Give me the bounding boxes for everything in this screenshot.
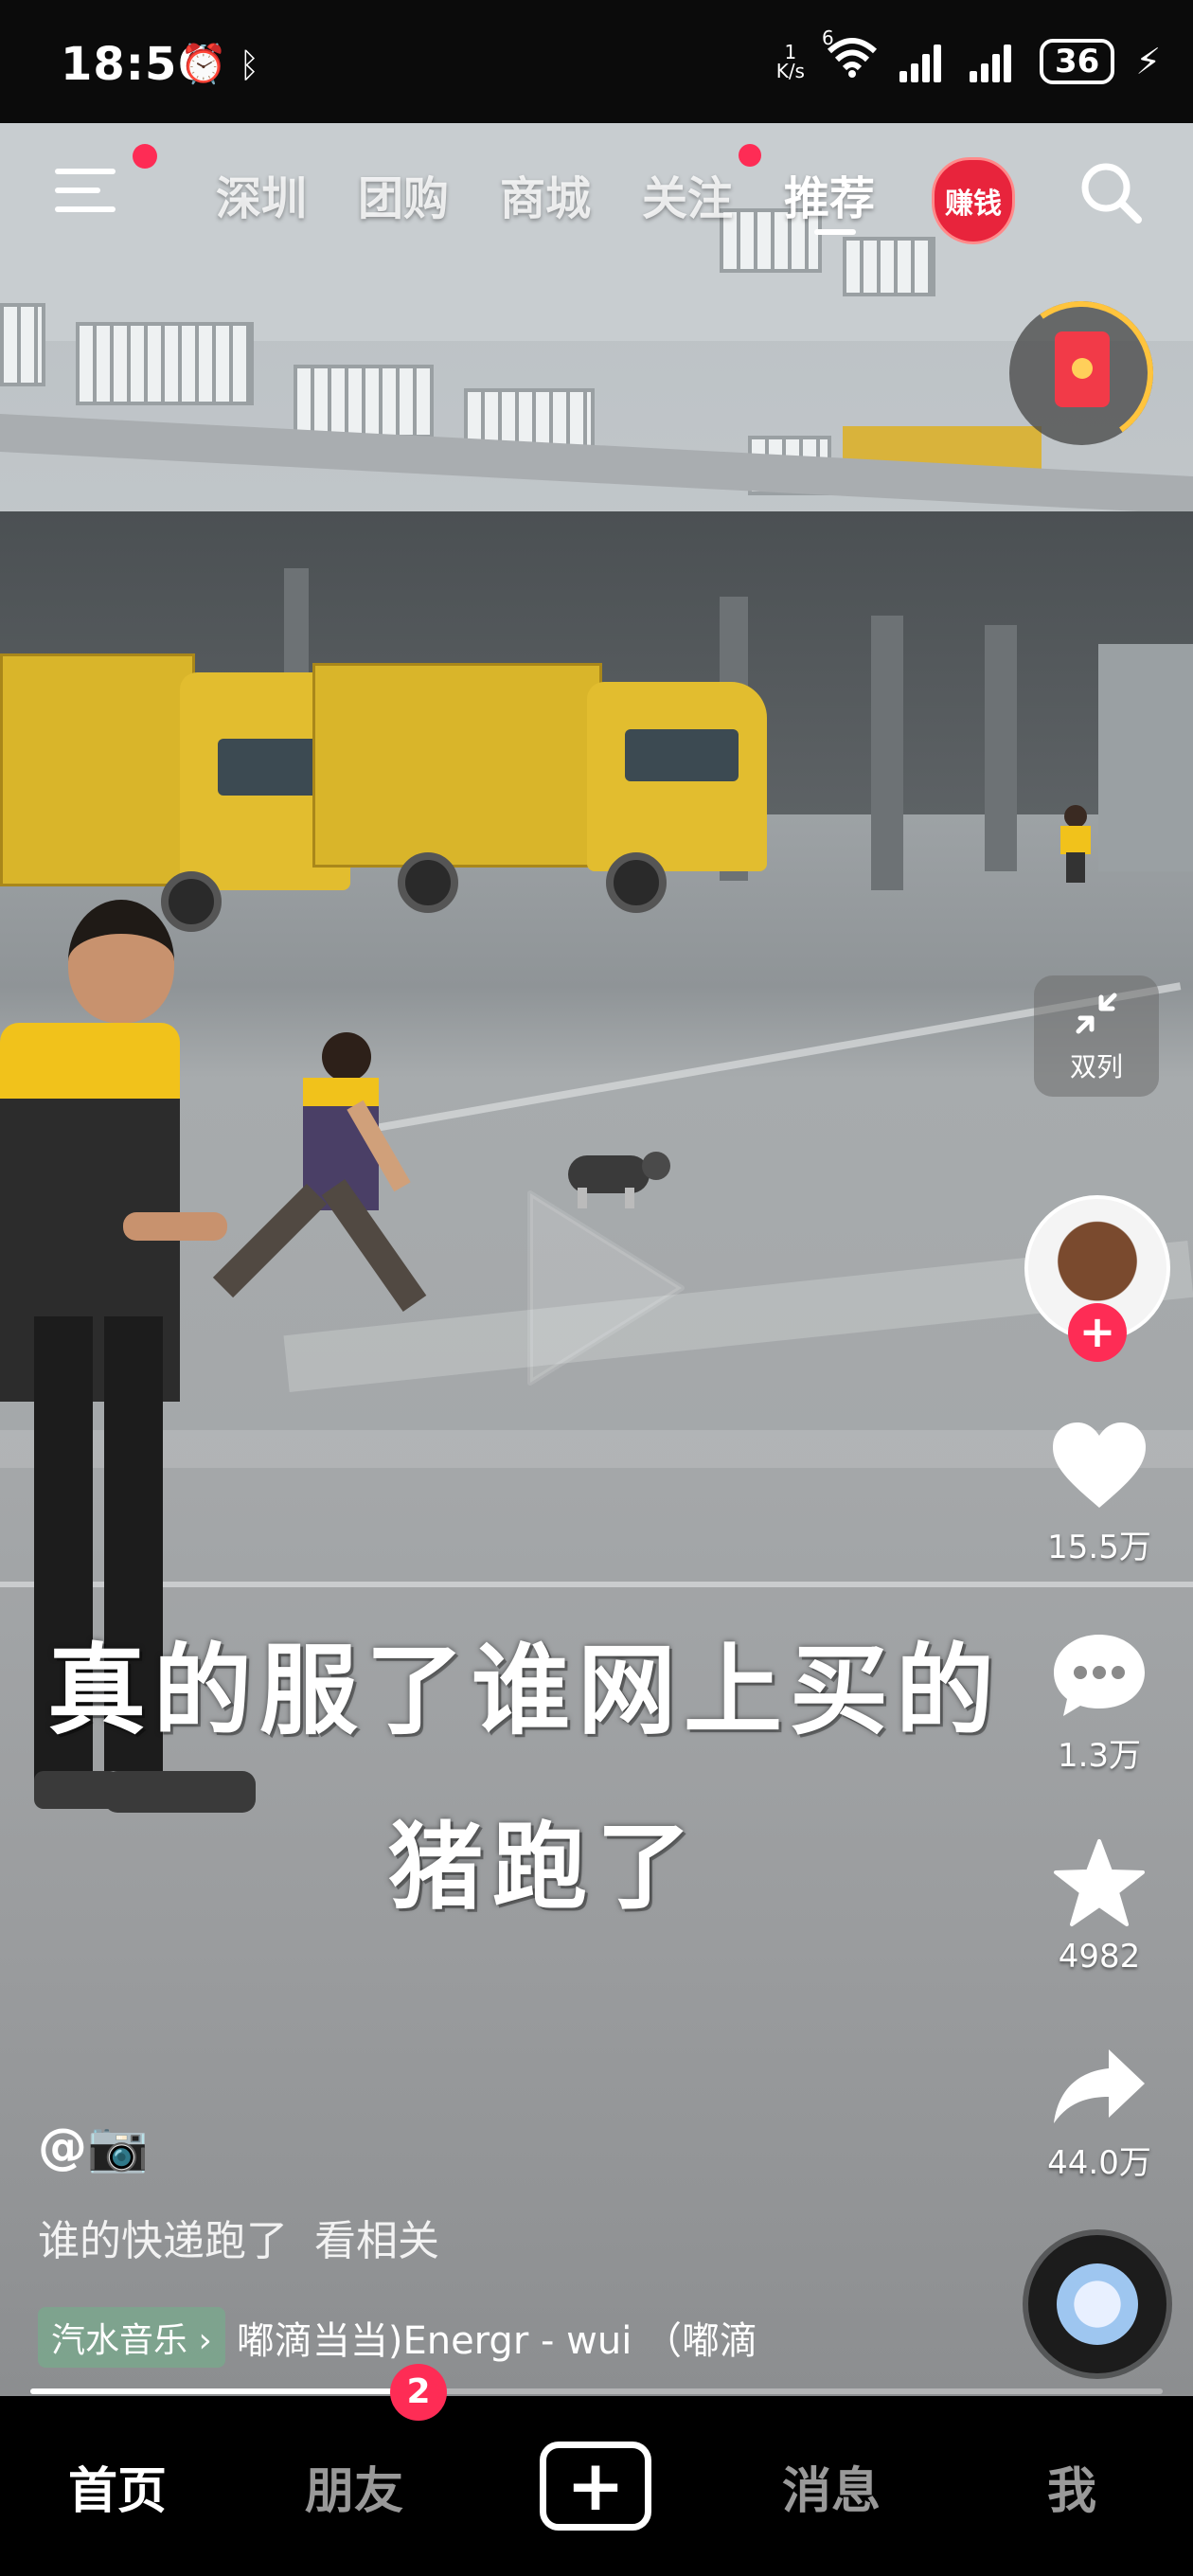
tab-home[interactable]: 首页 (68, 2451, 167, 2522)
signal-icon-2 (969, 41, 1019, 82)
music-app-badge[interactable]: 汽水音乐 › (38, 2307, 225, 2368)
net-speed: 1 K/s (776, 43, 805, 80)
collapse-arrows-icon (1076, 993, 1117, 1034)
music-row[interactable]: 汽水音乐 › 嘟滴当当)Energr - wui （嘟滴 (38, 2307, 757, 2368)
music-title: 嘟滴当当)Energr - wui （嘟滴 (236, 2319, 758, 2363)
dual-column-button[interactable]: 双列 (1034, 975, 1159, 1097)
music-cover-icon (1057, 2263, 1138, 2345)
alarm-icon: ⏰ (180, 43, 227, 86)
follow-plus-button[interactable]: + (1068, 1303, 1127, 1362)
tab-recommend[interactable]: 推荐 (784, 161, 875, 227)
building-window (0, 303, 45, 386)
search-icon[interactable] (1077, 159, 1144, 225)
yellow-truck-left (0, 635, 360, 938)
heart-icon (1053, 1422, 1146, 1508)
tab-me[interactable]: 我 (1047, 2451, 1096, 2522)
tab-mall[interactable]: 商城 (500, 161, 591, 227)
like-button[interactable]: 15.5万 (1028, 1421, 1170, 1567)
video-progress-fill (30, 2388, 404, 2394)
building-window (843, 237, 935, 296)
building-window (76, 322, 254, 405)
tab-messages[interactable]: 消息 (782, 2451, 881, 2522)
share-arrow-icon (1054, 2049, 1145, 2123)
menu-notification-dot (133, 144, 157, 169)
video-player[interactable] (0, 123, 1193, 2396)
distant-worker (1059, 805, 1093, 883)
earn-label: 赚钱 (945, 188, 1002, 221)
star-icon (1054, 1839, 1145, 1926)
related-link[interactable]: 看相关 (314, 2217, 439, 2265)
tab-shenzhen[interactable]: 深圳 (216, 161, 307, 227)
earn-money-button[interactable]: 赚钱 (932, 157, 1015, 244)
video-subtitle-line2: 猪跑了 (388, 1812, 701, 1923)
far-wall (1098, 644, 1193, 871)
net-speed-value: 1 (784, 40, 797, 63)
status-right-icons: 1 K/s 6 36 ⚡ (776, 27, 1161, 86)
red-envelope-icon (1055, 331, 1110, 407)
standing-worker (0, 900, 275, 1923)
charging-icon: ⚡ (1135, 40, 1161, 82)
description-text: 谁的快递跑了 (38, 2217, 288, 2265)
net-speed-unit: K/s (775, 59, 805, 82)
alarm-bluetooth-icons: ⏰ ᛒ (180, 42, 259, 86)
wifi-icon: 6 (822, 27, 879, 86)
wifi-6-label: 6 (821, 27, 834, 49)
tab-friends[interactable]: 朋友 (305, 2451, 403, 2522)
active-tab-indicator (814, 229, 856, 235)
like-count: 15.5万 (1047, 1529, 1151, 1566)
status-bar: 18:56 ⏰ ᛒ 1 K/s 6 36 ⚡ (0, 0, 1193, 123)
dual-column-label: 双列 (1069, 1051, 1123, 1082)
yellow-truck-center (312, 663, 776, 928)
share-button[interactable]: 44.0万 (1028, 2046, 1170, 2183)
tab-group-buy[interactable]: 团购 (358, 161, 449, 227)
signal-icon-1 (899, 41, 949, 82)
play-icon[interactable] (511, 1184, 701, 1392)
menu-icon[interactable] (55, 169, 116, 220)
building-window (294, 365, 434, 438)
pillar (985, 625, 1017, 871)
battery-indicator: 36 (1039, 38, 1115, 84)
create-post-button[interactable]: + (540, 2442, 651, 2531)
pillar (871, 616, 903, 890)
video-description: 谁的快递跑了 看相关 (38, 2207, 439, 2267)
bluetooth-icon: ᛒ (239, 46, 260, 85)
friends-badge: 2 (390, 2364, 447, 2421)
video-subtitle-line1: 真的服了谁网上买的 (47, 1633, 1003, 1748)
author-name[interactable]: @📷 (38, 2118, 149, 2175)
plus-icon: + (565, 2445, 625, 2527)
favorite-count: 4982 (1058, 1938, 1141, 1976)
following-notification-dot (739, 144, 761, 167)
favorite-button[interactable]: 4982 (1028, 1837, 1170, 1976)
tab-following[interactable]: 关注 (642, 161, 733, 227)
share-count: 44.0万 (1047, 2144, 1151, 2182)
